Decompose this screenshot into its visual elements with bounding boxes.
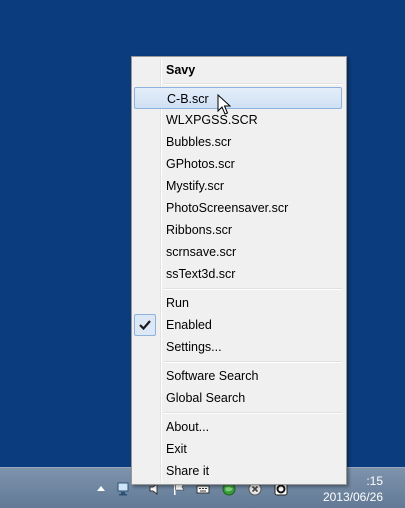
tray-context-menu: Savy C-B.scr WLXPGSS.SCR Bubbles.scr GPh… [131,56,347,485]
menu-item-software-search[interactable]: Software Search [134,365,342,387]
show-hidden-icons-arrow-icon[interactable] [96,484,106,494]
network-computer-icon[interactable] [116,482,130,496]
menu-item-screensaver-ribbons[interactable]: Ribbons.scr [134,219,342,241]
menu-item-enabled[interactable]: Enabled [134,314,342,336]
menu-separator [164,288,342,290]
menu-item-screensaver-wlxpgss[interactable]: WLXPGSS.SCR [134,109,342,131]
menu-item-run[interactable]: Run [134,292,342,314]
menu-item-about[interactable]: About... [134,416,342,438]
menu-item-screensaver-mystify[interactable]: Mystify.scr [134,175,342,197]
mouse-pointer-icon [217,94,231,115]
menu-item-global-search[interactable]: Global Search [134,387,342,409]
menu-separator [164,83,342,85]
menu-item-exit[interactable]: Exit [134,438,342,460]
menu-item-screensaver-sstext3d[interactable]: ssText3d.scr [134,263,342,285]
menu-item-settings[interactable]: Settings... [134,336,342,358]
menu-item-screensaver-c-b[interactable]: C-B.scr [134,87,342,109]
menu-item-screensaver-bubbles[interactable]: Bubbles.scr [134,131,342,153]
clock-date: 2013/06/26 [322,490,383,504]
menu-separator [164,412,342,414]
menu-title-savy[interactable]: Savy [134,59,342,81]
menu-item-screensaver-gphotos[interactable]: GPhotos.scr [134,153,342,175]
menu-item-screensaver-photoscreensaver[interactable]: PhotoScreensaver.scr [134,197,342,219]
menu-separator [164,361,342,363]
menu-item-share-it[interactable]: Share it [134,460,342,482]
menu-item-screensaver-scrnsave[interactable]: scrnsave.scr [134,241,342,263]
